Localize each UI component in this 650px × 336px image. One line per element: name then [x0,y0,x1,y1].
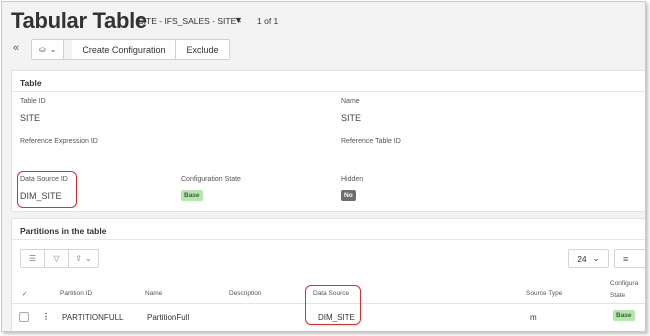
column-header-description[interactable]: Description [229,290,262,297]
cell-source-type: m [530,313,537,322]
column-header-partition-id[interactable]: Partition ID [60,290,92,297]
command-toolbar: ⛀ ⌄ Create Configuration Exclude [31,39,230,60]
column-header-configuration-state[interactable]: Configura State [610,280,638,299]
menu-icon: ≡ [623,253,629,264]
export-icon: ⇪ [75,254,82,263]
chevron-down-icon: ⌄ [85,254,92,263]
data-source-column-highlight [305,285,361,325]
page-title: Tabular Table [11,8,147,33]
page-size-select[interactable]: 24 ⌄ [568,249,609,268]
configuration-state-label: Configuration State [181,176,241,183]
row-checkbox[interactable] [19,312,29,322]
column-header-source-type[interactable]: Source Type [526,290,562,297]
app-window: Tabular Table SITE - IFS_SALES - SITE - … [1,1,646,332]
cell-name: PartitionFull [147,313,190,322]
reference-table-id-label: Reference Table ID [341,138,401,145]
page-size-value: 24 [577,253,587,264]
reference-expression-id-label: Reference Expression ID [20,138,98,145]
section-title-partitions: Partitions in the table [20,226,107,236]
page-header: Tabular Table SITE - IFS_SALES - SITE - … [2,2,645,70]
filter-icon[interactable]: ▽ [45,250,69,267]
create-configuration-button[interactable]: Create Configuration [72,40,177,59]
partitions-card: Partitions in the table ☰ ▽ ⇪ ⌄ 24 ⌄ ≡ ✓… [11,218,645,331]
chevron-down-icon: ⌄ [49,45,57,54]
column-settings-button[interactable]: ≡ [614,249,645,268]
record-selector[interactable]: SITE - IFS_SALES - SITE - [138,16,241,26]
attachments-menu-button[interactable]: ⛀ ⌄ [32,40,65,59]
list-view-icon[interactable]: ☰ [21,250,45,267]
row-actions-icon[interactable]: ⋮ [42,312,50,321]
configuration-state-badge: Base [181,190,203,201]
column-header-configuration-state-line2: State [610,292,626,299]
divider [12,239,645,240]
column-header-name[interactable]: Name [145,290,162,297]
section-title-table: Table [20,78,42,88]
toolbar-spacer [64,40,73,59]
record-pager: 1 of 1 [257,16,279,26]
export-menu-button[interactable]: ⇪ ⌄ [69,250,98,267]
cell-configuration-state-badge: Base [613,310,635,321]
name-value: SITE [341,113,362,123]
table-details-card: Table Table ID SITE Name SITE Reference … [11,70,645,212]
paperclip-icon: ⛀ [39,45,46,54]
collapse-panel-icon[interactable]: « [13,42,19,54]
hidden-badge: No [341,190,356,201]
name-label: Name [341,98,360,105]
grid-toolbar: ☰ ▽ ⇪ ⌄ [20,249,99,268]
table-id-value: SITE [20,113,41,123]
record-selector-caret-icon[interactable]: ▼ [234,15,243,25]
data-source-id-highlight [17,171,77,208]
cell-partition-id: PARTITIONFULL [62,313,124,322]
chevron-down-icon: ⌄ [592,253,600,263]
select-all-checkmark-icon[interactable]: ✓ [22,290,27,298]
exclude-button[interactable]: Exclude [176,40,229,59]
hidden-label: Hidden [341,176,364,183]
table-id-label: Table ID [20,98,46,105]
column-header-configuration-state-line1: Configura [610,280,639,287]
divider [12,91,645,92]
